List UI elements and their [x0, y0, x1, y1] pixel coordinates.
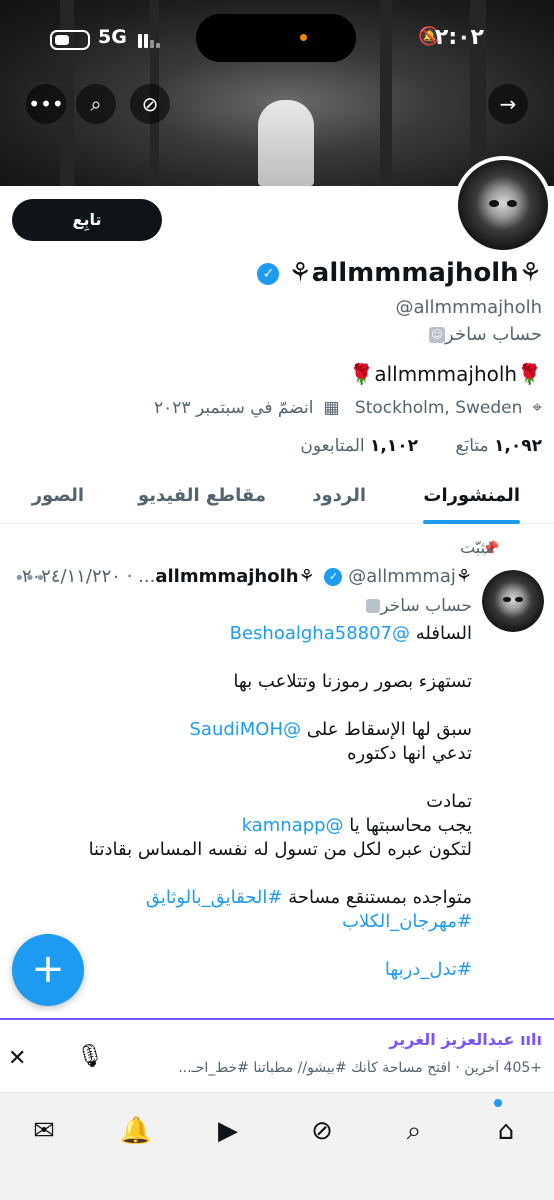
battery-icon — [50, 30, 90, 50]
display-name-row: ⚘allmmmajholh⚘ ✓ — [22, 258, 542, 288]
location-pin-icon: ⌖ — [532, 398, 542, 418]
banner-ghost-figure — [258, 100, 314, 186]
post-text-line: تستهزء بصور رموزنا وتتلاعب بها — [233, 671, 472, 692]
profile-handle: @allmmmajholh — [395, 297, 543, 318]
network-type: 5G — [98, 26, 127, 48]
tab-photos[interactable]: الصور — [32, 474, 84, 524]
signal-icon — [138, 32, 162, 48]
post-text-line: سبق لها الإسقاط على — [306, 719, 472, 740]
space-subtitle: +405 آخرين · افتح مساحة كأنك #بيشو// مطب… — [178, 1060, 542, 1076]
tab-posts[interactable]: المنشورات — [423, 474, 520, 524]
post-account-label: حساب ساخر — [360, 596, 472, 616]
followers-stat[interactable]: ١,١٠٢ المتابعون — [284, 436, 418, 456]
follow-stats: ١,٠٩٢ متابَع ١,١٠٢ المتابعون — [268, 436, 542, 456]
mic-off-icon[interactable]: 🎙 — [76, 1044, 104, 1069]
video-play-icon[interactable]: ▶ — [208, 1111, 248, 1151]
post-text-line: السافله — [415, 623, 472, 644]
mention-link[interactable]: @SaudiMOH — [189, 719, 301, 740]
tab-videos[interactable]: مقاطع الفيديو — [138, 474, 266, 524]
post-more-icon[interactable]: ••• — [14, 568, 46, 589]
following-label: متابَع — [455, 436, 489, 456]
space-host-name: عبدالعزيز الغرير — [389, 1030, 515, 1049]
search-icon[interactable]: ⌕ — [394, 1111, 434, 1151]
status-bar: 5G 🔕 ٢:٠٢ — [0, 22, 554, 56]
join-date: انضمّ في سبتمبر ٢٠٢٣ — [154, 398, 314, 418]
back-arrow-icon[interactable]: → — [488, 84, 528, 124]
account-label: حساب ساخر☺ — [423, 324, 542, 345]
live-space-bar[interactable]: ıılı عبدالعزيز الغرير +405 آخرين · افتح … — [0, 1018, 554, 1090]
profile-avatar[interactable] — [454, 156, 552, 254]
profile-bio: 🌹allmmmajholh🌹 — [349, 362, 542, 386]
profile-meta: ⌖ Stockholm, Sweden ▦ انضمّ في سبتمبر ٢٠٢٣ — [144, 398, 542, 418]
parody-mask-icon — [366, 599, 381, 613]
mention-link[interactable]: @Beshoalgha58807 — [230, 623, 410, 644]
following-stat[interactable]: ١,٠٩٢ متابَع — [439, 436, 542, 456]
pinned-label: مُثبّت — [460, 538, 494, 557]
audio-wave-icon: ıılı — [520, 1030, 542, 1049]
profile-banner[interactable]: 5G 🔕 ٢:٠٢ ••• ⌕ ⊘ → — [0, 0, 554, 186]
post-header: ⚘allmmmajholh⚘ ✓ @allmmmaj... · ٢٠٢٤/١١/… — [21, 566, 472, 587]
followers-label: المتابعون — [300, 436, 365, 456]
search-icon[interactable]: ⌕ — [76, 84, 116, 124]
grok-icon[interactable]: ⊘ — [302, 1111, 342, 1151]
status-time: ٢:٠٢ — [434, 25, 484, 50]
hashtag-link[interactable]: #مهرجان_الكلاب — [342, 911, 472, 932]
followers-count: ١,١٠٢ — [370, 436, 419, 456]
verified-badge-icon: ✓ — [324, 568, 343, 586]
post-text-line: متواجده بمستنقع مساحة — [288, 887, 472, 908]
tab-replies[interactable]: الردود — [312, 474, 366, 524]
follow-button[interactable]: تابِع — [12, 199, 162, 241]
post-label-text: حساب ساخر — [380, 596, 472, 616]
more-options-icon[interactable]: ••• — [26, 84, 66, 124]
post-text-line: تمادت — [426, 791, 472, 812]
home-unread-dot — [494, 1099, 502, 1107]
mention-link[interactable]: @kamnapp — [242, 815, 344, 836]
space-host: ıılı عبدالعزيز الغرير — [389, 1030, 542, 1049]
profile-tabs: المنشورات الردود مقاطع الفيديو الصور — [0, 474, 554, 524]
notifications-bell-icon[interactable]: 🔔 — [116, 1111, 156, 1151]
calendar-icon: ▦ — [323, 398, 340, 418]
hashtag-link[interactable]: #الحقايق_بالوثايق — [146, 887, 283, 908]
messages-icon[interactable]: ✉ — [24, 1111, 64, 1151]
compose-post-button[interactable]: + — [12, 934, 84, 1006]
bottom-nav: ✉ 🔔 ▶ ⊘ ⌕ ⌂ — [0, 1092, 554, 1200]
display-name: ⚘allmmmajholh⚘ — [288, 258, 542, 288]
post-text: السافله @Beshoalgha58807 تستهزء بصور رمو… — [32, 622, 472, 982]
hashtag-link[interactable]: #تدل_دربها — [385, 959, 472, 980]
post-text-line: لتكون عبره لكل من تسول له نفسه المساس بق… — [88, 839, 472, 860]
home-icon[interactable]: ⌂ — [486, 1111, 526, 1151]
post-text-line: يجب محاسبتها يا — [349, 815, 472, 836]
verified-badge-icon: ✓ — [257, 262, 280, 285]
account-label-text: حساب ساخر — [445, 324, 542, 345]
grok-icon[interactable]: ⊘ — [130, 84, 170, 124]
post-text-line: تدعي انها دكتوره — [347, 743, 472, 764]
profile-location: Stockholm, Sweden — [354, 398, 523, 418]
close-icon[interactable]: ✕ — [8, 1046, 26, 1071]
post-author-avatar[interactable] — [482, 570, 544, 632]
following-count: ١,٠٩٢ — [494, 436, 542, 456]
parody-mask-icon: ☺ — [429, 327, 446, 343]
